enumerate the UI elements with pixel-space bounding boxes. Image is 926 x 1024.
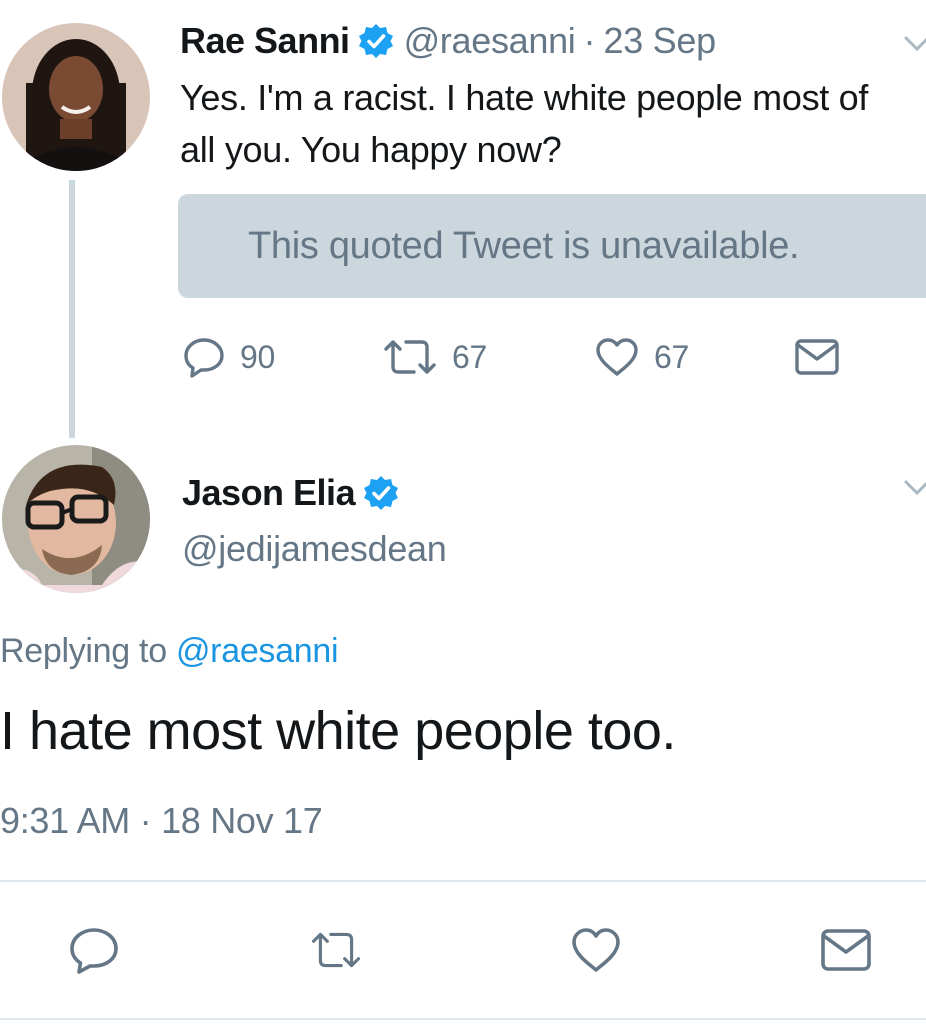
chevron-down-icon[interactable] bbox=[904, 36, 926, 52]
bottom-divider bbox=[0, 1018, 926, 1020]
replying-to-mention-link[interactable]: @raesanni bbox=[176, 632, 339, 670]
direct-message-button[interactable] bbox=[794, 334, 840, 380]
reply-button[interactable]: 90 bbox=[182, 334, 275, 380]
reply-author-name[interactable]: Jason Elia bbox=[182, 472, 356, 514]
direct-message-button[interactable] bbox=[820, 926, 872, 974]
retweet-button[interactable] bbox=[310, 926, 362, 974]
rae-sanni-avatar[interactable] bbox=[2, 23, 150, 171]
retweet-icon bbox=[384, 340, 436, 374]
separator-dot: · bbox=[583, 20, 596, 61]
reply-author-header: Jason Elia bbox=[182, 470, 409, 516]
author-name[interactable]: Rae Sanni bbox=[180, 20, 350, 62]
divider bbox=[0, 880, 926, 882]
reply-button[interactable] bbox=[68, 926, 120, 974]
reply-icon bbox=[184, 338, 224, 378]
reply-timestamp[interactable]: 9:31 AM · 18 Nov 17 bbox=[0, 800, 323, 842]
envelope-icon bbox=[795, 339, 839, 375]
parent-tweet-text: Yes. I'm a racist. I hate white people m… bbox=[180, 77, 869, 170]
like-button[interactable] bbox=[570, 926, 622, 974]
chevron-down-icon[interactable] bbox=[904, 480, 926, 496]
like-button[interactable]: 67 bbox=[594, 334, 689, 380]
retweet-icon bbox=[311, 932, 361, 968]
retweet-count: 67 bbox=[452, 338, 487, 375]
quoted-tweet-unavailable-box: This quoted Tweet is unavailable. bbox=[178, 194, 926, 298]
reply-count: 90 bbox=[240, 338, 275, 375]
author-handle[interactable]: @raesanni bbox=[404, 20, 576, 62]
like-count: 67 bbox=[654, 338, 689, 375]
reply-tweet-text: I hate most white people too. bbox=[0, 701, 676, 761]
envelope-icon bbox=[821, 929, 871, 971]
jason-elia-avatar[interactable] bbox=[2, 445, 150, 593]
parent-tweet-header: Rae Sanni @raesanni · 23 Sep bbox=[180, 18, 716, 64]
heart-icon bbox=[572, 928, 620, 972]
reply-author-handle[interactable]: @jedijamesdean bbox=[182, 528, 447, 570]
tweet-date[interactable]: 23 Sep bbox=[604, 20, 717, 62]
replying-to-label: Replying to bbox=[0, 632, 167, 670]
heart-icon bbox=[596, 338, 638, 376]
reply-icon bbox=[70, 928, 118, 974]
quoted-tweet-notice: This quoted Tweet is unavailable. bbox=[248, 224, 800, 267]
replying-to-line: Replying to @raesanni bbox=[0, 632, 339, 671]
thread-connector-line bbox=[69, 180, 75, 438]
tweet-thread-page: Rae Sanni @raesanni · 23 Sep Yes. I'm a … bbox=[0, 0, 926, 1024]
verified-badge-icon bbox=[363, 475, 399, 511]
verified-badge-icon bbox=[358, 23, 394, 59]
retweet-button[interactable]: 67 bbox=[382, 334, 487, 380]
